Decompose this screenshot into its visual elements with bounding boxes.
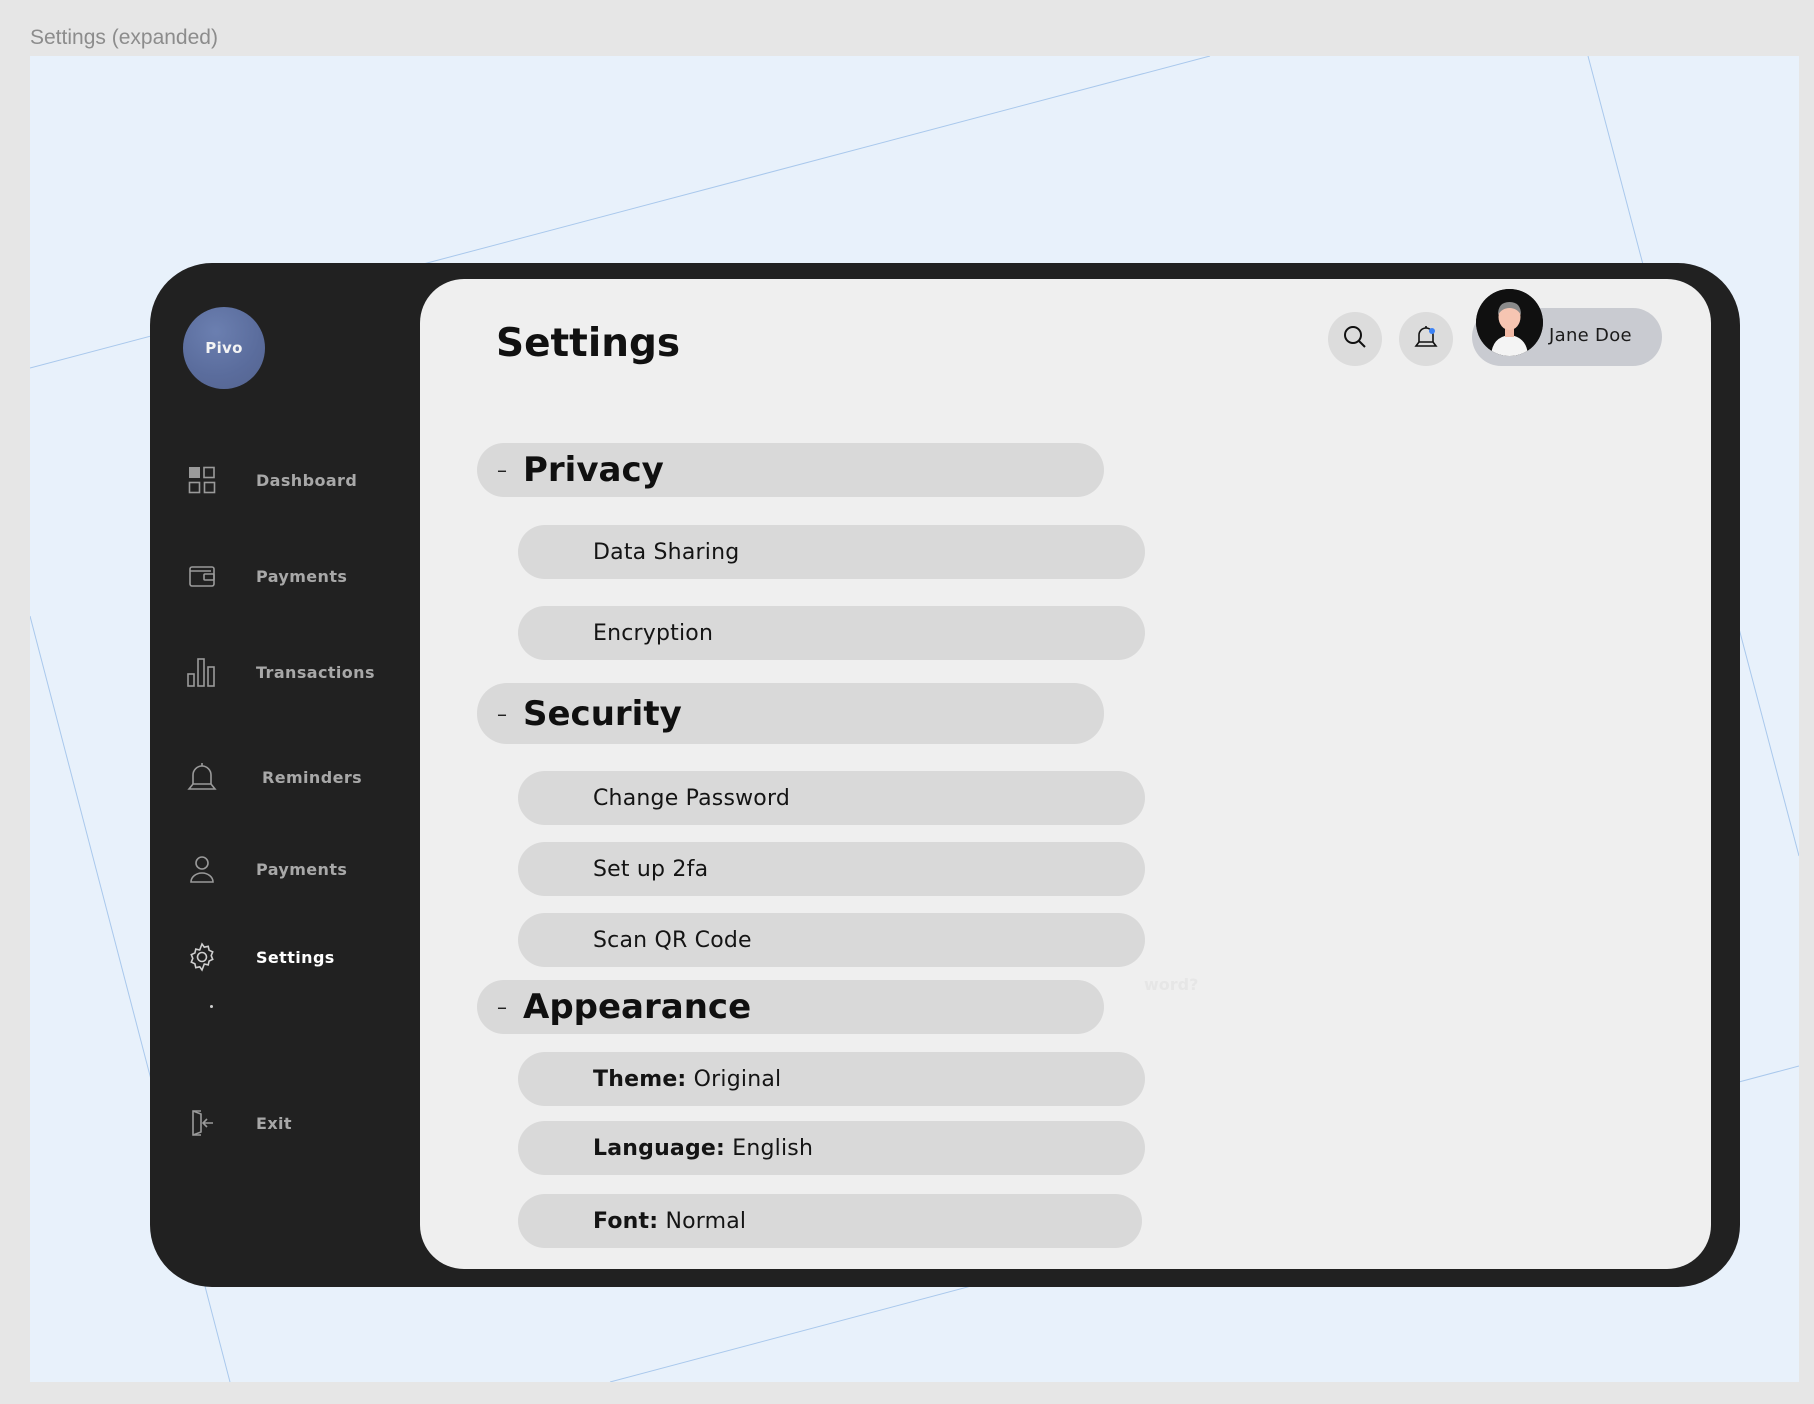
sidebar-item-transactions[interactable]: Transactions bbox=[184, 649, 404, 695]
option-data-sharing[interactable]: Data Sharing bbox=[518, 525, 1145, 579]
logo-text: Pivo bbox=[205, 339, 243, 357]
design-canvas: Pivo Dashboard Payments Transactions Rem… bbox=[30, 56, 1799, 1382]
section-title: Privacy bbox=[523, 450, 664, 490]
exit-button[interactable]: Exit bbox=[184, 1100, 404, 1146]
brand-logo[interactable]: Pivo bbox=[183, 307, 265, 389]
frame-label: Settings (expanded) bbox=[30, 26, 218, 49]
sidebar-item-label: Settings bbox=[256, 947, 335, 967]
app-window: Pivo Dashboard Payments Transactions Rem… bbox=[150, 263, 1740, 1287]
option-value: Normal bbox=[665, 1208, 747, 1234]
option-theme[interactable]: Theme: Original bbox=[518, 1052, 1145, 1106]
sidebar-item-label: Payments bbox=[256, 859, 348, 879]
ghost-text: word? bbox=[1144, 975, 1199, 994]
sidebar: Pivo Dashboard Payments Transactions Rem… bbox=[150, 263, 418, 1287]
option-label: Language: English bbox=[593, 1136, 813, 1161]
section-title: Appearance bbox=[523, 987, 752, 1027]
option-label: Font: Normal bbox=[593, 1209, 746, 1234]
bar-chart-icon bbox=[184, 654, 220, 690]
bell-icon bbox=[184, 759, 220, 795]
section-security[interactable]: – Security bbox=[477, 683, 1104, 744]
page-title: Settings bbox=[496, 321, 681, 366]
user-icon bbox=[184, 851, 220, 887]
option-setup-2fa[interactable]: Set up 2fa bbox=[518, 842, 1145, 896]
exit-label: Exit bbox=[256, 1113, 292, 1133]
option-scan-qr-code[interactable]: Scan QR Code bbox=[518, 913, 1145, 967]
option-label: Change Password bbox=[593, 785, 790, 811]
option-key: Font: bbox=[593, 1208, 659, 1234]
option-value: English bbox=[732, 1135, 814, 1161]
grid-icon bbox=[184, 462, 220, 498]
user-name: Jane Doe bbox=[1549, 325, 1632, 346]
option-key: Language: bbox=[593, 1135, 726, 1161]
option-label: Scan QR Code bbox=[593, 927, 752, 953]
section-title: Security bbox=[523, 693, 682, 734]
bell-notification-icon bbox=[1412, 323, 1440, 355]
search-button[interactable] bbox=[1328, 312, 1382, 366]
sidebar-item-profile-payments[interactable]: Payments bbox=[184, 846, 404, 892]
option-value: Original bbox=[693, 1066, 782, 1092]
option-encryption[interactable]: Encryption bbox=[518, 606, 1145, 660]
gear-icon bbox=[184, 939, 220, 975]
wallet-icon bbox=[184, 558, 220, 594]
sidebar-item-dashboard[interactable]: Dashboard bbox=[184, 457, 404, 503]
sidebar-item-settings[interactable]: Settings bbox=[184, 934, 404, 980]
search-icon bbox=[1342, 324, 1368, 354]
option-key: Theme: bbox=[593, 1066, 687, 1092]
sidebar-item-label: Transactions bbox=[256, 662, 375, 682]
collapse-toggle: – bbox=[497, 458, 507, 482]
exit-icon bbox=[184, 1105, 220, 1141]
section-privacy[interactable]: – Privacy bbox=[477, 443, 1104, 497]
option-label: Encryption bbox=[593, 620, 714, 646]
option-language[interactable]: Language: English bbox=[518, 1121, 1145, 1175]
sidebar-item-label: Payments bbox=[256, 566, 348, 586]
option-label: Theme: Original bbox=[593, 1067, 781, 1092]
section-appearance[interactable]: – Appearance bbox=[477, 980, 1104, 1034]
settings-panel: Settings Jane Doe – Privacy Data Sharing… bbox=[420, 279, 1711, 1269]
option-label: Data Sharing bbox=[593, 539, 740, 565]
collapse-toggle: – bbox=[497, 701, 507, 726]
sidebar-item-payments[interactable]: Payments bbox=[184, 553, 404, 599]
avatar[interactable] bbox=[1476, 289, 1543, 356]
option-label: Set up 2fa bbox=[593, 856, 709, 882]
sidebar-item-reminders[interactable]: Reminders bbox=[184, 754, 404, 800]
sidebar-item-label: Reminders bbox=[262, 767, 363, 787]
collapse-toggle: – bbox=[497, 995, 507, 1019]
option-change-password[interactable]: Change Password bbox=[518, 771, 1145, 825]
active-indicator bbox=[210, 1005, 213, 1008]
notifications-button[interactable] bbox=[1399, 312, 1453, 366]
sidebar-item-label: Dashboard bbox=[256, 470, 358, 490]
option-font[interactable]: Font: Normal bbox=[518, 1194, 1142, 1248]
